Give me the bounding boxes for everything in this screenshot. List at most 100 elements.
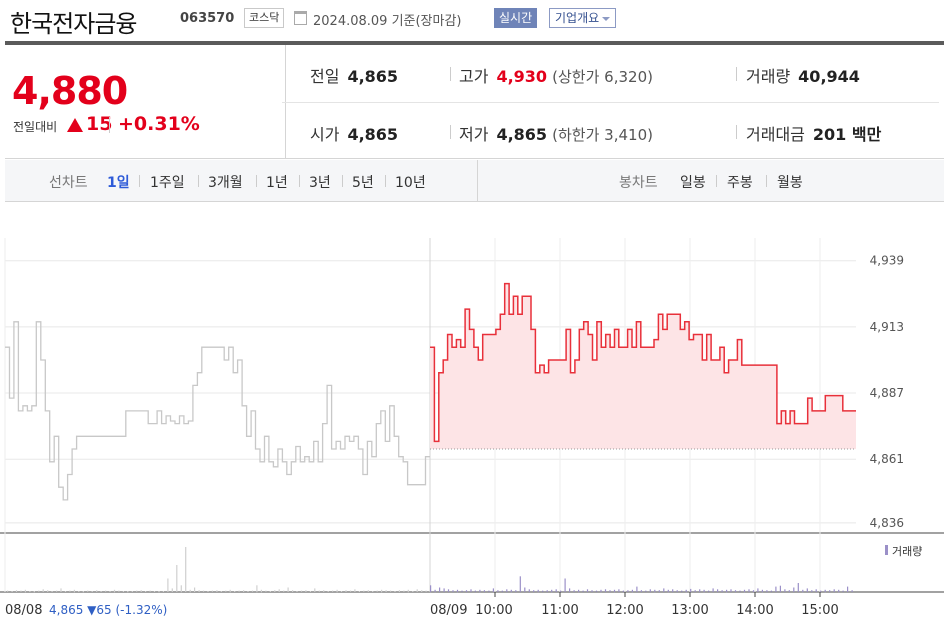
volume-bar-today [613, 589, 616, 593]
stat-prev-close: 전일 4,865 [310, 63, 398, 87]
tab-divider [342, 175, 343, 187]
tab-period-3y[interactable]: 3년 [309, 172, 331, 192]
stat-label: 거래량 [746, 67, 791, 86]
volume-bar-prev [376, 590, 378, 592]
volume-bar-prev [296, 591, 298, 592]
x-tick-label: 08/09 [430, 603, 467, 618]
x-tick-label: 15:00 [801, 603, 838, 618]
volume-bar-prev [287, 587, 289, 592]
tab-candle-monthly[interactable]: 월봉 [777, 172, 803, 192]
company-overview-dropdown[interactable]: 기업개요 [549, 8, 617, 28]
volume-bar-prev [305, 590, 307, 592]
volume-bar-today [815, 589, 817, 592]
volume-bar-today [546, 590, 548, 592]
volume-bar-prev [29, 591, 31, 592]
volume-bar-today [685, 589, 687, 593]
stat-value: 4,865 [347, 67, 399, 86]
volume-bar-today [833, 589, 835, 592]
volume-bar-today [573, 590, 575, 592]
volume-bar-today [681, 590, 683, 592]
volume-bar-today [591, 590, 593, 592]
volume-bar-today [622, 590, 624, 592]
volume-bar-prev [100, 591, 102, 592]
volume-bar-today [640, 590, 642, 592]
volume-bar-today [434, 589, 436, 593]
volume-bar-today [618, 589, 620, 592]
quote-date: 2024.08.09 기준(장마감) [313, 14, 462, 29]
stat-label: 전일 [310, 67, 340, 86]
volume-bar-today [483, 590, 485, 592]
volume-bar-prev [220, 591, 222, 592]
up-arrow-icon [67, 118, 83, 132]
volume-bar-today [739, 590, 741, 592]
volume-bar-today [555, 589, 557, 592]
tab-period-1y[interactable]: 1년 [266, 172, 288, 192]
volume-bar-today [528, 589, 530, 592]
volume-bar-prev [153, 591, 156, 592]
price-box: 4,880 전일대비 15 +0.31% [5, 45, 286, 159]
tab-candle-weekly[interactable]: 주봉 [727, 172, 753, 192]
tab-period-1w[interactable]: 1주일 [150, 172, 185, 192]
volume-bar-today [470, 589, 472, 592]
stat-high: 고가 4,930 (상한가 6,320) [459, 63, 653, 87]
volume-bar-prev [229, 589, 231, 593]
volume-bar-today [658, 590, 660, 592]
y-tick-label: 4,887 [870, 386, 904, 400]
volume-bar-today [721, 590, 723, 592]
volume-bar-prev [314, 588, 316, 592]
chevron-down-icon [602, 16, 611, 21]
volume-bar-prev [274, 590, 276, 592]
series-line-prev [5, 321, 430, 501]
volume-bar-today [730, 589, 732, 592]
stat-value: 4,865 [496, 125, 548, 144]
volume-bar-prev [278, 589, 280, 592]
volume-bar-prev [162, 591, 164, 592]
volume-bar-prev [105, 590, 107, 592]
volume-bar-today [824, 589, 826, 593]
tab-period-10y[interactable]: 10년 [395, 172, 426, 192]
lower-limit: (하한가 3,410) [552, 126, 653, 144]
volume-bar-prev [283, 590, 285, 592]
chart-tabs: 선차트 1일 1주일 3개월 1년 3년 5년 10년 봉차트 일봉 주봉 월봉 [5, 160, 944, 202]
x-tick-label: 12:00 [606, 603, 643, 618]
volume-bar-prev [300, 590, 303, 592]
volume-bar-prev [349, 590, 352, 592]
volume-bar-prev [225, 590, 227, 592]
volume-bar-today [474, 590, 476, 592]
volume-bar-today [775, 586, 777, 592]
calendar-icon [294, 11, 307, 25]
volume-bar-today [748, 589, 750, 592]
tab-candle-daily[interactable]: 일봉 [680, 172, 706, 192]
volume-bar-prev [15, 590, 18, 592]
volume-bar-today [564, 578, 566, 592]
volume-bar-today [793, 587, 795, 592]
volume-bar-today [672, 589, 674, 592]
volume-bar-prev [145, 591, 147, 592]
volume-bar-today [465, 590, 468, 592]
volume-bar-prev [24, 589, 26, 593]
volume-bar-prev [412, 591, 414, 592]
volume-bar-today [524, 587, 526, 592]
tab-period-1d[interactable]: 1일 [107, 172, 130, 192]
stat-amount: 거래대금 201 백만 [746, 121, 881, 145]
volume-bar-today [595, 590, 598, 592]
tab-period-5y[interactable]: 5년 [352, 172, 374, 192]
tab-divider [716, 175, 717, 187]
intraday-price-chart[interactable]: 4,939 4,913 4,887 4,861 4,836 08/08 08/09 10:00… [0, 203, 944, 640]
realtime-button[interactable]: 실시간 [494, 8, 538, 28]
volume-bar-today [510, 589, 512, 593]
volume-bar-today [699, 589, 701, 592]
x-tick-label: 13:00 [671, 603, 708, 618]
tab-period-3m[interactable]: 3개월 [208, 172, 243, 192]
volume-bar-prev [198, 590, 200, 592]
volume-bar-prev [327, 591, 329, 592]
volume-bar-today [743, 589, 746, 593]
volume-bar-prev [42, 589, 44, 592]
x-tick-label: 11:00 [541, 603, 578, 618]
volume-bar-today [586, 589, 589, 592]
volume-bar-prev [167, 578, 169, 592]
x-tick-label: 08/08 [5, 603, 42, 618]
stat-label: 시가 [310, 125, 340, 144]
volume-bar-prev [87, 590, 89, 592]
volume-bar-prev [122, 591, 124, 592]
